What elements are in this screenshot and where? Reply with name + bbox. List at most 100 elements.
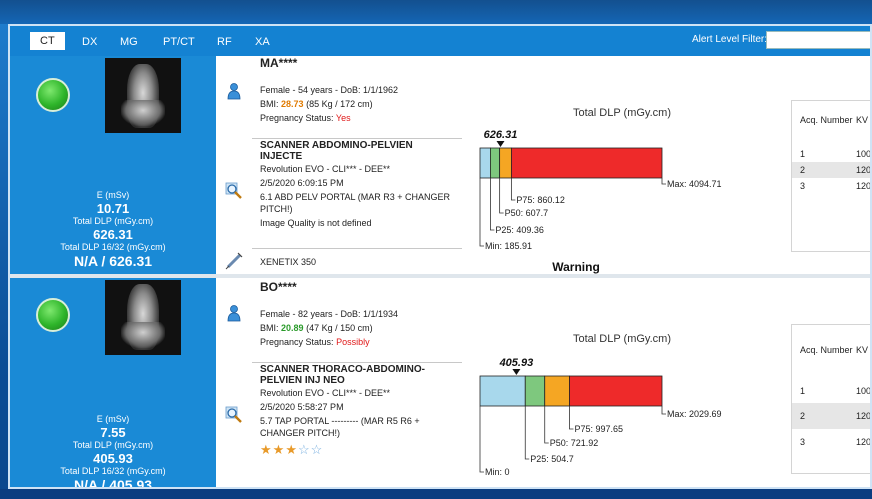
dlp-chart: Total DLP (mGy.cm) 405.93 Max: 2029.69 P75:… — [462, 278, 782, 489]
pregnancy-value: Yes — [335, 113, 351, 123]
tab-dx[interactable]: DX — [82, 34, 97, 50]
kv-value: 120 — [856, 181, 872, 191]
kv-value: 120 — [856, 165, 872, 175]
table-header: Acq. Number KV — [792, 101, 870, 139]
patient-bmi: BMI: 20.89 (47 Kg / 150 cm) — [260, 322, 373, 334]
bmi-label: BMI: — [260, 323, 279, 333]
magnifier-icon[interactable] — [225, 182, 243, 200]
window-top-background — [0, 0, 872, 24]
patient-info: BO**** Female - 82 years - DoB: 1/1/1934… — [252, 278, 462, 487]
chart-title: Total DLP (mGy.cm) — [573, 107, 671, 119]
p50-label: P50: 607.7 — [505, 208, 549, 218]
tab-ct[interactable]: CT — [30, 32, 65, 50]
acq-number: 2 — [800, 411, 806, 421]
green-status-icon — [36, 78, 70, 112]
tab-xa[interactable]: XA — [255, 34, 270, 50]
segment-p75-max — [510, 147, 663, 179]
segment-p25-p50 — [490, 147, 501, 179]
total-dlp-16-32-value: N/A / 626.31 — [73, 253, 153, 269]
total-dlp-label: Total DLP (mGy.cm) — [72, 440, 154, 450]
p50-label: P50: 721.92 — [550, 438, 599, 448]
info-divider — [252, 248, 462, 249]
alert-level-filter-label: Alert Level Filter: — [692, 34, 768, 45]
scout-image-thumbnail[interactable] — [105, 280, 181, 355]
protocol-name: 5.7 TAP PORTAL --------- (MAR R5 R6 + CH… — [260, 416, 420, 438]
kv-value: 120 — [856, 411, 872, 421]
patient-name: BO**** — [260, 280, 297, 294]
main-panel: CT DX MG PT/CT RF XA Alert Level Filter:… — [8, 24, 872, 489]
scout-image-thumbnail[interactable] — [105, 58, 181, 133]
segment-p75-max — [569, 375, 663, 407]
table-row[interactable]: 3 120 — [792, 178, 872, 194]
acq-number-header: Acq. Number — [800, 345, 853, 355]
dose-summary-panel: E (mSv) 7.55 Total DLP (mGy.cm) 405.93 T… — [10, 278, 216, 487]
p50-label-leader — [544, 406, 549, 444]
total-dlp-16-32-label: Total DLP 16/32 (mGy.cm) — [60, 242, 166, 252]
table-row[interactable]: 3 120 — [792, 429, 870, 455]
xray-pelvis — [121, 100, 165, 126]
chart-title: Total DLP (mGy.cm) — [573, 333, 671, 345]
quality-rating[interactable]: ★★★☆☆ — [260, 442, 323, 458]
acquisition-table: Acq. Number KV 1 100 2 120 3 120 — [791, 100, 872, 252]
segment-p25-p50 — [524, 375, 546, 407]
table-row[interactable]: 2 120 — [792, 403, 872, 429]
dose-metrics: E (mSv) 10.71 Total DLP (mGy.cm) 626.31 … — [10, 190, 216, 269]
magnifier-icon[interactable] — [225, 406, 243, 424]
patient-name: MA**** — [260, 56, 298, 70]
window-bottom-background — [0, 489, 872, 499]
min-label: Min: 0 — [485, 467, 510, 477]
effective-dose-label: E (mSv) — [96, 190, 130, 200]
value-marker — [496, 141, 505, 147]
star-filled-icon[interactable]: ★ — [273, 442, 286, 457]
p50-label-leader — [499, 178, 504, 214]
effective-dose-value: 7.55 — [100, 425, 126, 440]
segment-min-p25 — [479, 375, 526, 407]
patient-icon[interactable] — [225, 304, 243, 322]
row-icons — [216, 56, 252, 274]
segment-p50-p75 — [544, 375, 570, 407]
kv-value: 100 — [856, 149, 872, 159]
row-icons — [216, 278, 252, 487]
patient-info: MA**** Female - 54 years - DoB: 1/1/1962… — [252, 56, 462, 274]
max-label: Max: 4094.71 — [667, 179, 722, 189]
tab-pt-ct[interactable]: PT/CT — [163, 34, 195, 50]
total-dlp-16-32-label: Total DLP 16/32 (mGy.cm) — [60, 466, 166, 476]
pregnancy-status: Pregnancy Status: Yes — [260, 112, 351, 124]
alert-level-filter-input[interactable] — [766, 31, 870, 49]
device-name: Revolution EVO - CLI*** - DEE** — [260, 388, 391, 398]
table-row[interactable]: 1 100 — [792, 146, 872, 162]
exam-row-1[interactable]: E (mSv) 10.71 Total DLP (mGy.cm) 626.31 … — [10, 56, 872, 274]
bmi-value: 28.73 — [281, 99, 304, 109]
acq-number: 2 — [800, 165, 806, 175]
exam-title: SCANNER THORACO-ABDOMINO-PELVIEN INJ NEO — [260, 364, 425, 386]
kv-header: KV — [856, 345, 869, 355]
star-filled-icon[interactable]: ★ — [260, 442, 273, 457]
verdict-label: Very good — [547, 486, 605, 489]
table-row[interactable]: 2 120 — [792, 162, 872, 178]
p75-label-leader — [510, 178, 516, 201]
p25-label: P25: 409.36 — [495, 225, 544, 235]
patient-bmi: BMI: 28.73 (85 Kg / 172 cm) — [260, 98, 373, 110]
segment-p50-p75 — [499, 147, 512, 179]
acq-number-header: Acq. Number — [800, 115, 853, 125]
p25-label: P25: 504.7 — [530, 454, 574, 464]
patient-demographics: Female - 82 years - DoB: 1/1/1934 — [260, 309, 399, 319]
tab-rf[interactable]: RF — [217, 34, 232, 50]
min-label: Min: 185.91 — [485, 241, 532, 251]
modality-tab-bar: CT DX MG PT/CT RF XA Alert Level Filter: — [10, 26, 870, 56]
star-filled-icon[interactable]: ★ — [285, 442, 298, 457]
dose-metrics: E (mSv) 7.55 Total DLP (mGy.cm) 405.93 T… — [10, 414, 216, 487]
tab-mg[interactable]: MG — [120, 34, 138, 50]
xray-pelvis — [121, 322, 165, 348]
table-row[interactable]: 1 100 — [792, 379, 870, 403]
segment-min-p25 — [479, 147, 491, 179]
exam-datetime: 2/5/2020 5:58:27 PM — [260, 402, 344, 412]
exam-row-2[interactable]: E (mSv) 7.55 Total DLP (mGy.cm) 405.93 T… — [10, 278, 872, 489]
table-header: Acq. Number KV — [792, 325, 870, 375]
max-label: Max: 2029.69 — [667, 409, 722, 419]
device-name: Revolution EVO - CLI*** - DEE** — [260, 164, 391, 174]
star-empty-icon[interactable]: ☆ — [311, 442, 324, 457]
star-empty-icon[interactable]: ☆ — [298, 442, 311, 457]
p25-label-leader — [490, 178, 495, 231]
patient-icon[interactable] — [225, 82, 243, 100]
